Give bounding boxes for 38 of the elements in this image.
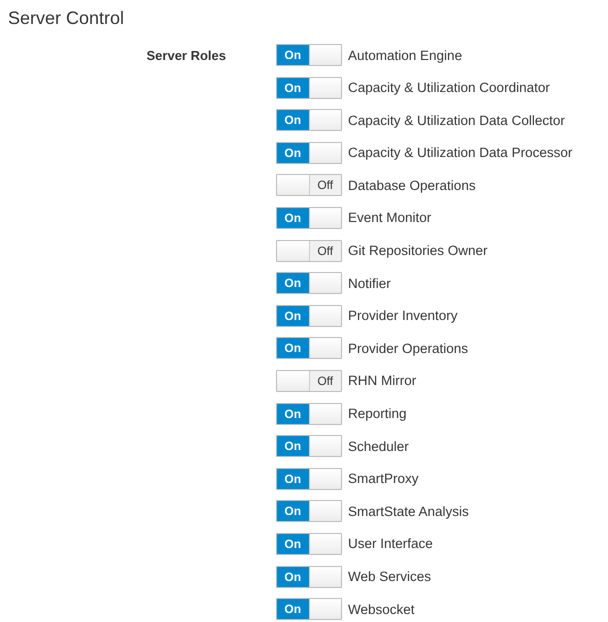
toggle-switch[interactable]: Off xyxy=(276,370,342,392)
role-name: Web Services xyxy=(348,569,432,584)
role-name: Provider Inventory xyxy=(348,308,458,324)
role-name: Database Operations xyxy=(348,178,476,193)
page-title: Server Control xyxy=(8,7,126,30)
toggle-switch[interactable]: On xyxy=(276,76,342,99)
role-name: Scheduler xyxy=(348,438,409,454)
toggle-switch[interactable]: On xyxy=(276,598,342,620)
toggle-switch[interactable]: Off xyxy=(276,240,342,262)
role-name: Reporting xyxy=(348,406,407,422)
toggle-switch[interactable]: On xyxy=(276,304,342,327)
role-name: Capacity & Utilization Coordinator xyxy=(348,80,550,96)
toggle-switch[interactable]: On xyxy=(276,206,342,229)
role-name: Capacity & Utilization Data Processor xyxy=(348,145,572,160)
toggle-switch[interactable]: On xyxy=(276,109,342,132)
role-name: SmartState Analysis xyxy=(348,504,469,519)
role-name: SmartProxy xyxy=(348,471,419,486)
toggle-switch[interactable]: On xyxy=(276,532,342,555)
role-name: Notifier xyxy=(348,276,391,291)
toggle-switch[interactable]: On xyxy=(276,272,342,294)
toggle-switch[interactable]: On xyxy=(276,468,342,490)
role-name: User Interface xyxy=(348,536,433,552)
role-name: Automation Engine xyxy=(348,48,462,62)
field-label: Server Roles xyxy=(146,48,226,63)
role-name: Websocket xyxy=(348,602,415,617)
toggle-switch[interactable]: On xyxy=(276,435,342,458)
role-name: Event Monitor xyxy=(348,210,432,226)
toggle-switch[interactable]: On xyxy=(276,337,342,360)
role-name: Provider Operations xyxy=(348,340,468,356)
role-name: Git Repositories Owner xyxy=(348,243,488,258)
role-name: RHN Mirror xyxy=(348,373,416,388)
role-name: Capacity & Utilization Data Collector xyxy=(348,112,565,128)
toggle-switch[interactable]: On xyxy=(276,500,342,522)
toggle-switch[interactable]: Off xyxy=(276,174,342,196)
toggle-switch[interactable]: On xyxy=(276,142,342,164)
toggle-switch[interactable]: On xyxy=(276,566,342,588)
toggle-switch[interactable]: On xyxy=(276,44,342,66)
toggle-switch[interactable]: On xyxy=(276,402,342,425)
